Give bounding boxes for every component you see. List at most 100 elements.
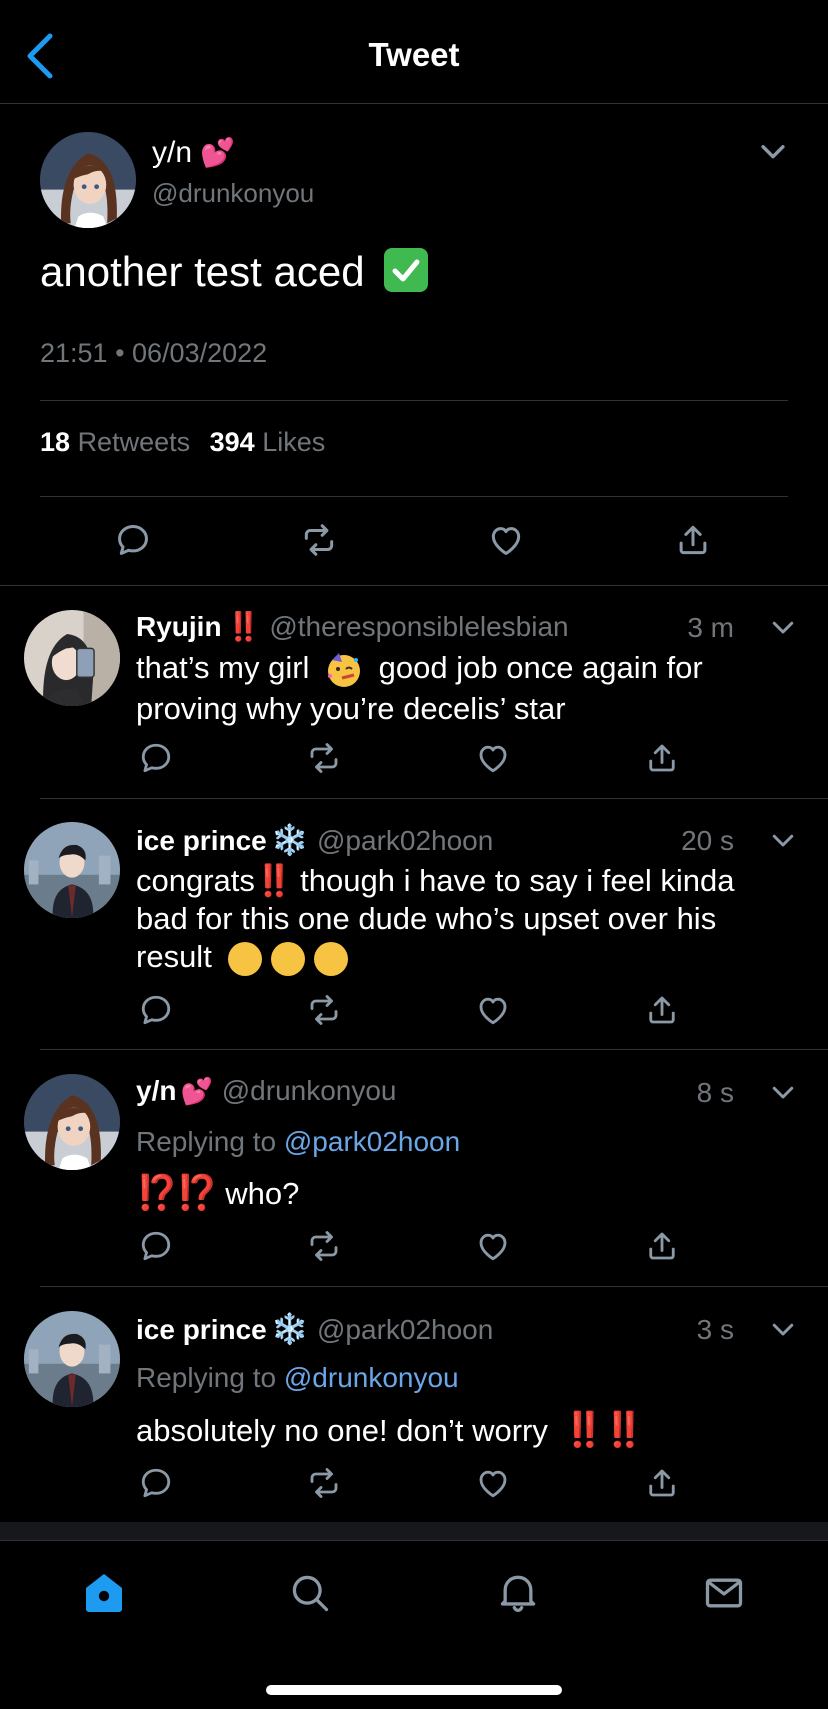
replying-to: Replying to @drunkonyou <box>136 1362 459 1394</box>
reply-text-part: absolutely no one! don’t worry <box>136 1413 548 1448</box>
retweets-label[interactable]: Retweets <box>78 427 191 457</box>
retweets-count[interactable]: 18 <box>40 427 70 457</box>
bell-icon[interactable] <box>496 1569 540 1615</box>
partying-face-emoji <box>324 650 364 690</box>
like-icon[interactable] <box>475 1228 511 1264</box>
likes-label[interactable]: Likes <box>262 427 325 457</box>
reply-author-handle[interactable]: @drunkonyou <box>222 1075 397 1106</box>
like-icon[interactable] <box>475 992 511 1028</box>
home-icon[interactable] <box>80 1569 128 1617</box>
like-icon[interactable] <box>475 740 511 776</box>
reply-author-name[interactable]: ice prince <box>136 825 267 856</box>
reply-text-part: congrats <box>136 863 255 898</box>
reply-author-handle[interactable]: @theresponsiblelesbian <box>269 611 568 642</box>
chevron-down-icon[interactable] <box>768 612 798 642</box>
author-name[interactable]: y/n 💕 <box>152 136 235 170</box>
replying-to: Replying to @park02hoon <box>136 1126 460 1158</box>
snowflake-emoji: ❄️ <box>271 1313 309 1346</box>
tweet-timestamp: 21:51 • 06/03/2022 <box>40 338 268 368</box>
divider <box>40 496 788 497</box>
reply-text-part: though i have to say i feel kinda <box>300 863 735 898</box>
like-icon[interactable] <box>475 1465 511 1501</box>
rolling-laughing-emoji <box>313 941 348 976</box>
replying-to-label: Replying to <box>136 1362 277 1393</box>
replying-to-label: Replying to <box>136 1126 277 1157</box>
double-exclamation-emoji: ‼️ <box>226 611 261 642</box>
reply-time: 8 s <box>696 1077 734 1108</box>
retweet-icon[interactable] <box>306 992 342 1028</box>
exclamation-question-emoji: ⁉️⁉️ <box>136 1174 219 1212</box>
reply-avatar[interactable] <box>24 610 120 706</box>
reply-author-handle[interactable]: @park02hoon <box>317 1314 493 1345</box>
reply-author-name[interactable]: y/n <box>136 1075 176 1106</box>
reply-text: that’s my girl good job once again for p… <box>136 649 816 728</box>
retweet-icon[interactable] <box>306 1465 342 1501</box>
likes-count[interactable]: 394 <box>210 427 255 457</box>
reply-text: absolutely no one! don’t worry ‼️‼️ <box>136 1411 645 1450</box>
share-icon[interactable] <box>644 1465 680 1501</box>
reply-icon[interactable] <box>138 992 174 1028</box>
share-icon[interactable] <box>674 521 712 559</box>
rolling-laughing-emoji <box>228 941 263 976</box>
reply-header: ice prince ❄️ @park02hoon <box>136 823 493 858</box>
chevron-down-icon[interactable] <box>756 134 790 168</box>
reply-text-part: that’s my girl <box>136 650 310 685</box>
reply-header: Ryujin ‼️ @theresponsiblelesbian <box>136 610 569 643</box>
author-name-text: y/n <box>152 136 193 169</box>
chevron-down-icon[interactable] <box>768 825 798 855</box>
bottom-tab-bar <box>0 1540 828 1709</box>
chevron-down-icon[interactable] <box>768 1077 798 1107</box>
reply-icon[interactable] <box>114 521 152 559</box>
reply-avatar[interactable] <box>24 1074 120 1170</box>
reply-time: 3 s <box>696 1314 734 1345</box>
rolling-laughing-emoji <box>271 941 306 976</box>
mail-icon[interactable] <box>702 1571 746 1615</box>
reply-icon[interactable] <box>138 1228 174 1264</box>
reply-text: congrats‼️ though i have to say i feel k… <box>136 862 816 976</box>
reply-text-part: good job once again for <box>378 650 703 685</box>
rolling-laughing-emoji-group <box>228 939 348 976</box>
reply-text-part: who? <box>225 1176 300 1211</box>
tweet-text-body: another test aced <box>40 248 365 295</box>
chevron-down-icon[interactable] <box>768 1314 798 1344</box>
retweet-icon[interactable] <box>306 740 342 776</box>
share-icon[interactable] <box>644 1228 680 1264</box>
tweet-text: another test aced <box>40 248 429 296</box>
reply-text-part: result <box>136 939 212 974</box>
replying-to-handle[interactable]: @drunkonyou <box>284 1362 459 1393</box>
reply-time: 20 s <box>681 825 734 856</box>
double-exclamation-emoji: ‼️ <box>254 863 294 898</box>
tweet-stats: 18 Retweets 394 Likes <box>40 427 325 458</box>
reply-text-part: proving why you’re decelis’ star <box>136 690 566 726</box>
search-icon[interactable] <box>288 1571 332 1615</box>
reply-author-name[interactable]: ice prince <box>136 1314 267 1345</box>
reply-author-handle[interactable]: @park02hoon <box>317 825 493 856</box>
reply-text: ⁉️⁉️ who? <box>136 1174 299 1213</box>
page-title: Tweet <box>368 36 460 73</box>
check-mark-emoji <box>384 248 429 292</box>
reply-time: 3 m <box>687 612 734 643</box>
replying-to-handle[interactable]: @park02hoon <box>284 1126 460 1157</box>
retweet-icon[interactable] <box>306 1228 342 1264</box>
author-avatar[interactable] <box>40 132 136 228</box>
pink-hearts-emoji: 💕 <box>180 1076 214 1106</box>
share-icon[interactable] <box>644 992 680 1028</box>
reply-header: y/n 💕 @drunkonyou <box>136 1075 397 1107</box>
top-navigation-bar: Tweet <box>0 0 828 104</box>
reply-icon[interactable] <box>138 1465 174 1501</box>
reply-header: ice prince ❄️ @park02hoon <box>136 1312 493 1347</box>
snowflake-emoji: ❄️ <box>271 824 309 857</box>
reply-avatar[interactable] <box>24 822 120 918</box>
retweet-icon[interactable] <box>300 521 338 559</box>
like-icon[interactable] <box>487 521 525 559</box>
reply-avatar[interactable] <box>24 1311 120 1407</box>
share-icon[interactable] <box>644 740 680 776</box>
reply-icon[interactable] <box>138 740 174 776</box>
reply-text-part: bad for this one dude who’s upset over h… <box>136 901 717 936</box>
double-exclamation-emoji: ‼️‼️ <box>562 1411 645 1449</box>
divider <box>40 400 788 401</box>
author-handle[interactable]: @drunkonyou <box>152 178 314 209</box>
reply-author-name[interactable]: Ryujin <box>136 611 222 642</box>
section-separator <box>0 1522 828 1540</box>
pink-hearts-emoji: 💕 <box>200 137 236 168</box>
